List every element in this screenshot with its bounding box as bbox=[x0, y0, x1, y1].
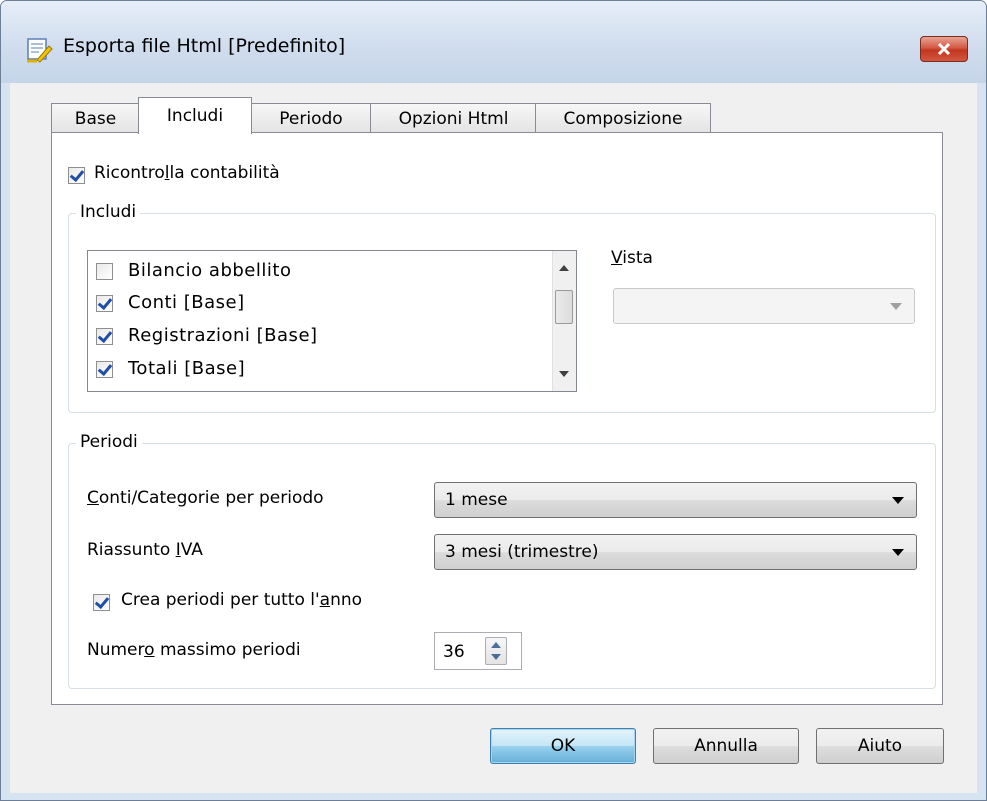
tab-includi[interactable]: Includi bbox=[138, 97, 252, 134]
tab-base[interactable]: Base bbox=[51, 103, 140, 133]
max-periodi-label: Numero massimo periodi bbox=[87, 640, 301, 660]
window-title: Esporta file Html [Predefinito] bbox=[63, 35, 346, 57]
item-checkbox[interactable] bbox=[96, 263, 113, 280]
periodi-group: Periodi Conti/Categorie per periodo 1 me… bbox=[68, 432, 936, 689]
chevron-down-icon bbox=[892, 549, 904, 556]
periodi-legend: Periodi bbox=[76, 432, 142, 452]
iva-label: Riassunto IVA bbox=[87, 540, 203, 560]
crea-periodi-checkbox[interactable] bbox=[93, 594, 110, 611]
conti-periodo-dropdown[interactable]: 1 mese bbox=[434, 482, 917, 518]
ok-button[interactable]: OK bbox=[490, 728, 636, 764]
spin-up-icon[interactable] bbox=[491, 642, 501, 648]
tab-periodo[interactable]: Periodo bbox=[250, 103, 372, 133]
dialog-client: Base Includi Periodo Opzioni Html Compos… bbox=[10, 83, 977, 793]
title-bar[interactable]: Esporta file Html [Predefinito] bbox=[1, 1, 986, 83]
tab-opzioni-html[interactable]: Opzioni Html bbox=[370, 103, 537, 133]
document-pencil-icon bbox=[27, 38, 53, 63]
chevron-down-icon bbox=[890, 303, 902, 310]
close-button[interactable] bbox=[920, 36, 968, 62]
dialog-window: Esporta file Html [Predefinito] Base Inc… bbox=[0, 0, 987, 801]
tab-panel: Ricontrolla contabilità Includi Bilancio… bbox=[51, 132, 943, 705]
includi-list[interactable]: Bilancio abbellito Conti [Base] Registra… bbox=[87, 250, 577, 392]
iva-dropdown[interactable]: 3 mesi (trimestre) bbox=[434, 534, 917, 570]
includi-legend: Includi bbox=[76, 202, 141, 222]
vista-dropdown[interactable] bbox=[613, 288, 915, 324]
spin-down-icon[interactable] bbox=[491, 654, 501, 660]
item-checkbox[interactable] bbox=[96, 328, 113, 345]
scroll-thumb[interactable] bbox=[555, 290, 573, 324]
crea-periodi-label[interactable]: Crea periodi per tutto l'anno bbox=[121, 590, 362, 610]
conti-value: 1 mese bbox=[445, 490, 508, 510]
item-checkbox[interactable] bbox=[96, 295, 113, 312]
tab-composizione[interactable]: Composizione bbox=[535, 103, 711, 133]
help-button[interactable]: Aiuto bbox=[816, 728, 944, 764]
item-label: Totali [Base] bbox=[128, 358, 246, 379]
vista-label: Vista bbox=[611, 248, 653, 268]
item-label: Conti [Base] bbox=[128, 292, 245, 313]
cancel-button[interactable]: Annulla bbox=[653, 728, 799, 764]
scroll-up-icon[interactable] bbox=[559, 265, 569, 271]
iva-value: 3 mesi (trimestre) bbox=[445, 542, 599, 562]
item-label: Registrazioni [Base] bbox=[128, 325, 318, 346]
chevron-down-icon bbox=[892, 497, 904, 504]
recheck-checkbox[interactable] bbox=[68, 167, 85, 184]
includi-group: Includi Bilancio abbellito Conti [Base] … bbox=[68, 202, 936, 413]
scroll-down-icon[interactable] bbox=[559, 371, 569, 377]
max-periodi-value[interactable]: 36 bbox=[443, 642, 465, 662]
list-scrollbar[interactable] bbox=[552, 251, 576, 391]
max-periodi-stepper[interactable]: 36 bbox=[434, 632, 522, 670]
item-label: Bilancio abbellito bbox=[128, 260, 292, 281]
close-icon bbox=[937, 42, 951, 56]
item-checkbox[interactable] bbox=[96, 361, 113, 378]
spin-buttons[interactable] bbox=[485, 637, 507, 665]
conti-label: Conti/Categorie per periodo bbox=[87, 488, 324, 508]
recheck-label[interactable]: Ricontrolla contabilità bbox=[94, 163, 280, 183]
